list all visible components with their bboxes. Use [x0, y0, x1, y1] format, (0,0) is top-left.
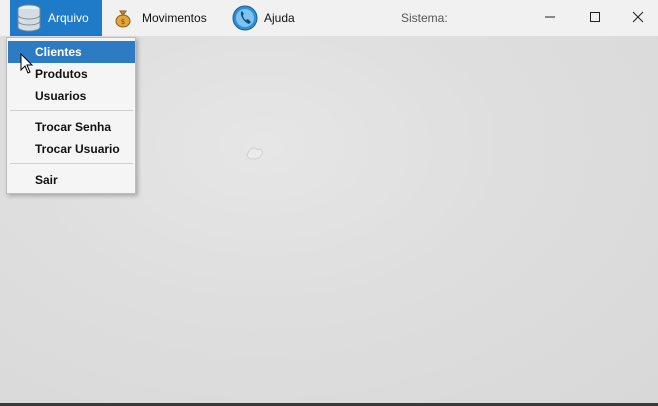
sistema-label: Sistema:: [401, 11, 448, 25]
close-button[interactable]: [616, 0, 658, 34]
maximize-icon: [590, 12, 600, 22]
menu-bar: Arquivo $ Movimentos Ajuda Sistema:: [0, 0, 658, 36]
menu-item-trocar-usuario[interactable]: Trocar Usuario: [8, 138, 135, 160]
database-icon: [14, 3, 44, 33]
menu-movimentos[interactable]: $ Movimentos: [104, 0, 222, 36]
minimize-icon: [545, 16, 555, 18]
close-icon: [632, 11, 644, 23]
menu-ajuda[interactable]: Ajuda: [226, 0, 306, 36]
money-bag-icon: $: [108, 3, 138, 33]
menu-separator: [10, 163, 133, 164]
background-smudge: [246, 147, 263, 160]
mouse-cursor-icon: [20, 53, 34, 74]
minimize-button[interactable]: [528, 0, 572, 34]
menu-movimentos-label: Movimentos: [142, 11, 207, 25]
svg-text:$: $: [121, 18, 125, 26]
menu-item-usuarios[interactable]: Usuarios: [8, 85, 135, 107]
menu-separator: [10, 110, 133, 111]
phone-icon: [230, 3, 260, 33]
maximize-button[interactable]: [573, 0, 617, 34]
menu-item-sair[interactable]: Sair: [8, 169, 135, 191]
menu-arquivo-label: Arquivo: [48, 11, 89, 25]
menu-ajuda-label: Ajuda: [264, 11, 295, 25]
menu-arquivo[interactable]: Arquivo: [10, 0, 102, 36]
menu-item-trocar-senha[interactable]: Trocar Senha: [8, 116, 135, 138]
